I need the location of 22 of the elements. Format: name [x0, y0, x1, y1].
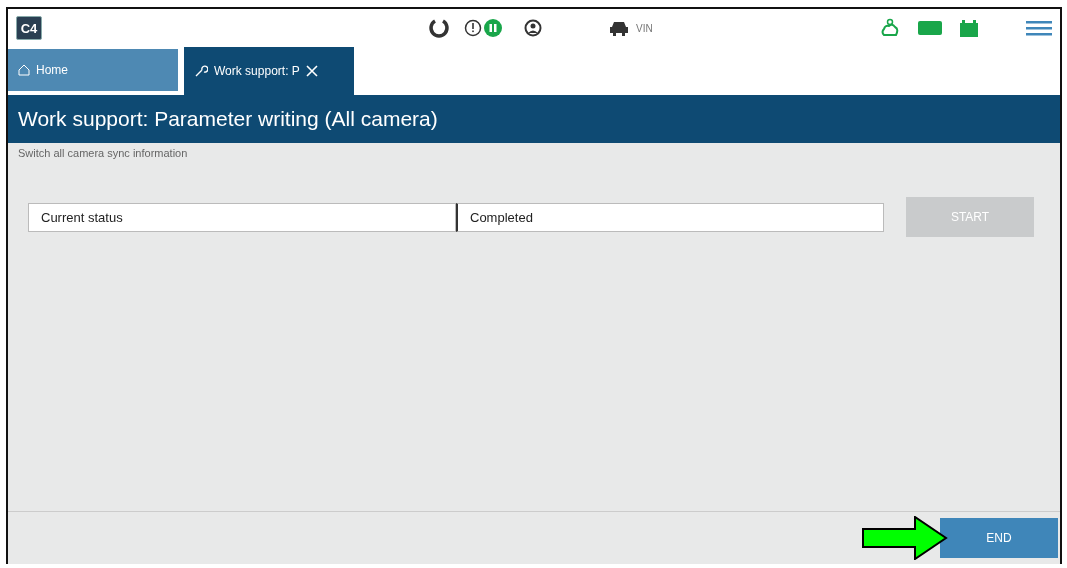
tab-label: Home — [36, 63, 68, 77]
app-logo: C4 — [16, 16, 42, 40]
close-icon[interactable] — [305, 65, 318, 77]
home-icon — [18, 64, 30, 76]
user-icon[interactable] — [524, 19, 542, 37]
status-label: Current status — [28, 202, 456, 232]
tab[interactable]: Work support: P — [184, 47, 354, 95]
status-value: Completed — [456, 202, 884, 232]
end-button[interactable]: END — [940, 518, 1058, 558]
menu-icon[interactable] — [1026, 19, 1052, 37]
wrench-icon — [194, 64, 208, 78]
page-title: Work support: Parameter writing (All camera) — [18, 107, 438, 131]
arrow-icon — [862, 516, 948, 560]
vin-label: VIN — [636, 22, 653, 34]
battery-icon[interactable] — [960, 19, 978, 37]
tab[interactable]: Home — [8, 49, 178, 91]
car-icon — [608, 19, 630, 37]
warning-icon[interactable] — [464, 19, 482, 37]
cloud-icon[interactable] — [880, 18, 900, 38]
tab-label: Work support: P — [214, 64, 300, 78]
page-subtitle: Switch all camera sync information — [17, 146, 189, 159]
refresh-icon[interactable] — [428, 17, 450, 39]
